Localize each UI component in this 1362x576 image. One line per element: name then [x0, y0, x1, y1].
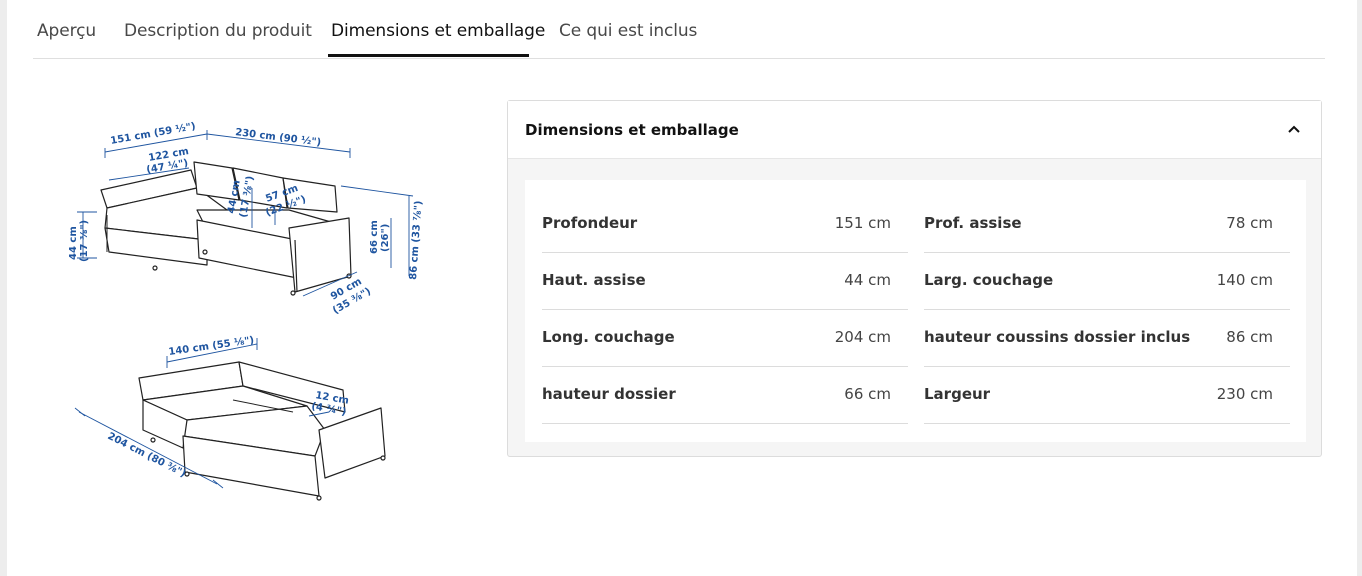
- dimension-row: Prof. assise 78 cm: [924, 196, 1290, 253]
- chevron-up-icon[interactable]: [1287, 122, 1301, 136]
- dimension-value: 230 cm: [1216, 385, 1273, 403]
- dimensions-column-right: Prof. assise 78 cm Larg. couchage 140 cm…: [924, 196, 1290, 424]
- dimensions-column-left: Profondeur 151 cm Haut. assise 44 cm Lon…: [542, 196, 908, 424]
- sofa-top-drawing: [100, 161, 352, 296]
- dim-66-cm: 66 cm: [369, 220, 380, 254]
- sofa-bed-drawing: [138, 361, 386, 501]
- tab-description-produit[interactable]: Description du produit: [124, 21, 312, 41]
- dimensions-table: Profondeur 151 cm Haut. assise 44 cm Lon…: [525, 180, 1306, 442]
- tab-bar: Aperçu Description du produit Dimensions…: [33, 0, 1325, 59]
- dim-44-in-left: (17 ⅜"): [79, 220, 90, 262]
- dimension-illustration: 151 cm (59 ½") 230 cm (90 ½") 122 cm (47…: [57, 100, 437, 510]
- dimension-row: Haut. assise 44 cm: [542, 253, 908, 310]
- dimension-label: hauteur coussins dossier inclus: [924, 328, 1191, 346]
- dimension-label: Larg. couchage: [924, 271, 1054, 289]
- accordion-header[interactable]: Dimensions et emballage: [508, 101, 1321, 159]
- dimension-row: Long. couchage 204 cm: [542, 310, 908, 367]
- dimension-label: Prof. assise: [924, 214, 1022, 232]
- dimension-label: Largeur: [924, 385, 991, 403]
- dimension-label: Long. couchage: [542, 328, 675, 346]
- dimension-value: 140 cm: [1216, 271, 1273, 289]
- dimension-row: Larg. couchage 140 cm: [924, 253, 1290, 310]
- dimension-row: Largeur 230 cm: [924, 367, 1290, 424]
- tab-ce-qui-est-inclus[interactable]: Ce qui est inclus: [559, 21, 697, 41]
- dimension-row: hauteur coussins dossier inclus 86 cm: [924, 310, 1290, 367]
- dim-230: 230 cm (90 ½"): [235, 127, 322, 148]
- dim-140: 140 cm (55 ⅛"): [168, 335, 255, 358]
- dimension-row: hauteur dossier 66 cm: [542, 367, 908, 424]
- dimensions-accordion: Dimensions et emballage Profondeur 151 c…: [507, 100, 1322, 457]
- dimension-value: 151 cm: [834, 214, 891, 232]
- dimension-value: 86 cm: [1226, 328, 1273, 346]
- accordion-title: Dimensions et emballage: [525, 121, 739, 139]
- tab-dimensions-emballage[interactable]: Dimensions et emballage: [331, 21, 545, 41]
- tab-apercu[interactable]: Aperçu: [37, 21, 96, 41]
- dimension-label: hauteur dossier: [542, 385, 676, 403]
- dimension-label: Profondeur: [542, 214, 638, 232]
- dimension-value: 66 cm: [844, 385, 891, 403]
- dim-66-in: (26"): [380, 224, 391, 252]
- dimension-row: Profondeur 151 cm: [542, 196, 908, 253]
- active-tab-indicator: [328, 54, 529, 57]
- dim-44-cm-left: 44 cm: [68, 226, 79, 260]
- sofa-dimension-drawing: 151 cm (59 ½") 230 cm (90 ½") 122 cm (47…: [68, 121, 425, 501]
- dimension-value: 204 cm: [834, 328, 891, 346]
- dimension-value: 44 cm: [844, 271, 891, 289]
- dimension-value: 78 cm: [1226, 214, 1273, 232]
- dimension-label: Haut. assise: [542, 271, 646, 289]
- page: Aperçu Description du produit Dimensions…: [7, 0, 1357, 576]
- dim-86: 86 cm (33 ⅞"): [408, 200, 425, 280]
